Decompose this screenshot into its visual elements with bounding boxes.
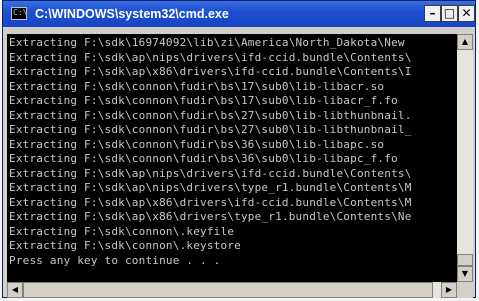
console-icon-label: C:\	[13, 8, 28, 17]
horizontal-scrollbar[interactable]: ◀ ▶	[7, 282, 457, 298]
console-line: Extracting F:\sdk\connon\fudir\bs\36\sub…	[9, 137, 385, 151]
window-title: C:\WINDOWS\system32\cmd.exe	[35, 7, 229, 21]
vertical-scroll-thumb[interactable]	[457, 254, 473, 266]
console-line: Extracting F:\sdk\connon\fudir\bs\36\sub…	[9, 152, 398, 165]
console-line: Extracting F:\sdk\connon\fudir\bs\17\sub…	[9, 79, 385, 93]
horizontal-scroll-thumb[interactable]	[23, 282, 433, 298]
minimize-button[interactable]: –	[424, 5, 441, 22]
console-line: Extracting F:\sdk\ap\nips\drivers\ifd-cc…	[9, 50, 412, 64]
console-line: Extracting F:\sdk\ap\x86\drivers\ifd-cci…	[9, 195, 412, 209]
console-line: Extracting F:\sdk\connon\fudir\bs\27\sub…	[9, 108, 412, 122]
console-output[interactable]: Extracting F:\sdk\16974092\lib\zi\Americ…	[7, 34, 457, 282]
console-line: Extracting F:\sdk\connon\fudir\bs\27\sub…	[9, 123, 412, 136]
maximize-button[interactable]: □	[441, 5, 458, 22]
scroll-down-arrow-icon[interactable]: ▼	[457, 266, 473, 282]
console-line: Extracting F:\sdk\connon\.keyfile	[9, 224, 235, 238]
cmd-window: C:\ C:\WINDOWS\system32\cmd.exe – □ ✕ Ex…	[2, 0, 476, 298]
console-line: Extracting F:\sdk\ap\x86\drivers\type_r1…	[9, 210, 412, 223]
console-icon[interactable]: C:\	[11, 7, 27, 20]
console-line: Extracting F:\sdk\connon\fudir\bs\17\sub…	[9, 94, 398, 107]
console-line: Extracting F:\sdk\16974092\lib\zi\Americ…	[9, 36, 405, 49]
console-prompt-line: Press any key to continue . . .	[9, 253, 221, 267]
console-line: Extracting F:\sdk\ap\nips\drivers\ifd-cc…	[9, 166, 412, 180]
scroll-up-arrow-icon[interactable]: ▲	[457, 34, 473, 50]
vertical-scrollbar[interactable]: ▲ ▼	[457, 34, 473, 282]
console-line: Extracting F:\sdk\connon\.keystore	[9, 239, 241, 252]
console-line: Extracting F:\sdk\ap\nips\drivers\type_r…	[9, 181, 412, 194]
close-button[interactable]: ✕	[458, 5, 475, 22]
console-line: Extracting F:\sdk\ap\x86\drivers\ifd-cci…	[9, 65, 412, 78]
scroll-left-arrow-icon[interactable]: ◀	[7, 282, 23, 298]
resize-corner[interactable]	[457, 282, 473, 298]
scroll-right-arrow-icon[interactable]: ▶	[441, 282, 457, 298]
title-bar[interactable]: C:\ C:\WINDOWS\system32\cmd.exe – □ ✕	[3, 1, 475, 27]
